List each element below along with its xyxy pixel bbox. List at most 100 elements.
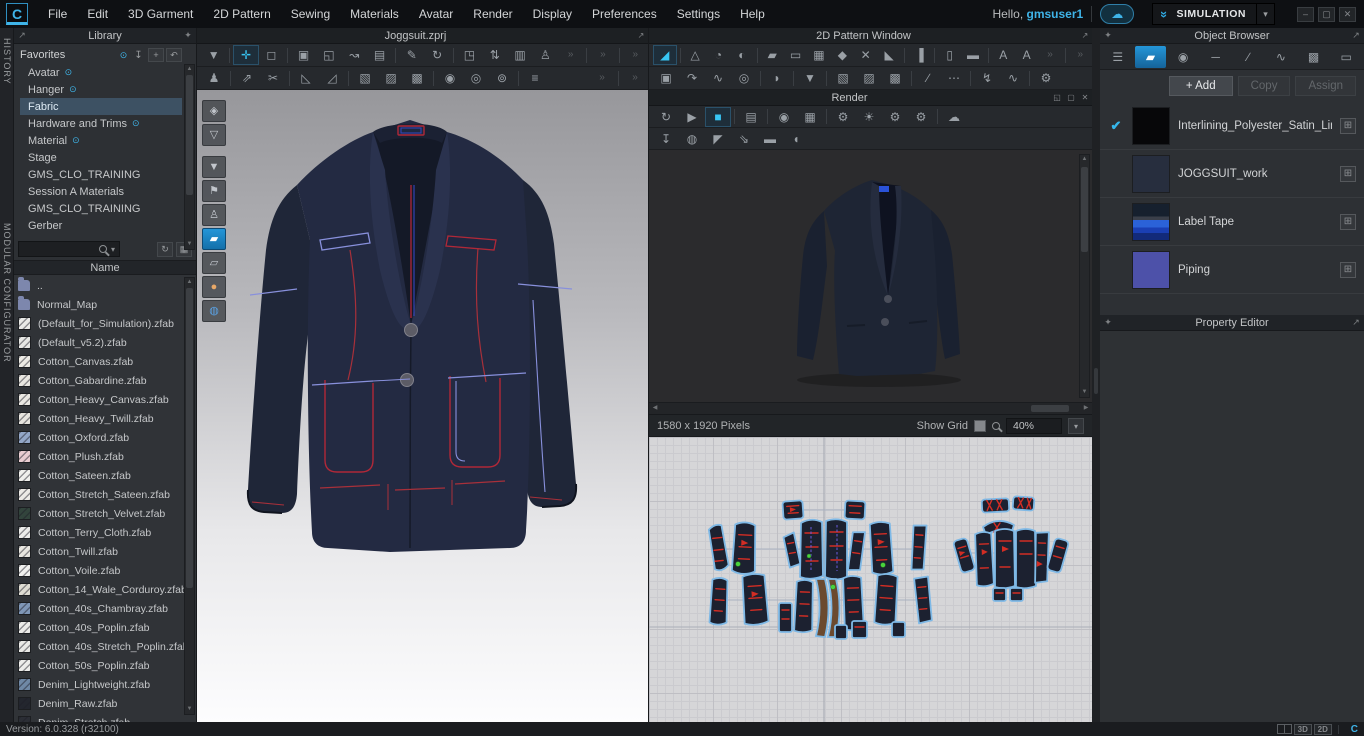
library-folder-session-a-materials[interactable]: Session A Materials bbox=[20, 183, 182, 200]
mesh-surface-toggle[interactable]: ▱ bbox=[202, 252, 226, 274]
tab-history[interactable]: HISTORY bbox=[2, 38, 12, 85]
select-box-tool[interactable]: ◻ bbox=[259, 45, 284, 65]
measure-tape-tool[interactable]: ⋯ bbox=[941, 68, 967, 88]
menu-item-help[interactable]: Help bbox=[730, 0, 775, 28]
show-stage-toggle[interactable]: ◈ bbox=[202, 100, 226, 122]
cloud-render-icon[interactable]: ☁ bbox=[941, 107, 967, 127]
avatar-fit-tool[interactable]: ♙ bbox=[533, 45, 558, 65]
file-item-cotton-sateen-zfab[interactable]: Cotton_Sateen.zfab bbox=[18, 466, 182, 485]
file-list-scrollbar[interactable]: ▲ ▼ bbox=[184, 277, 195, 715]
overflow-icon[interactable]: » bbox=[1069, 45, 1092, 65]
walk-pose-tool[interactable]: ♟ bbox=[201, 68, 227, 88]
file-item-cotton-gabardine-zfab[interactable]: Cotton_Gabardine.zfab bbox=[18, 371, 182, 390]
view-3d-button[interactable]: 3D bbox=[1294, 724, 1312, 735]
name-column-header[interactable]: Name bbox=[14, 260, 196, 275]
tab-measure-icon[interactable]: ▭ bbox=[1330, 46, 1362, 68]
file-item-denim-stretch-zfab[interactable]: Denim_Stretch.zfab bbox=[18, 713, 182, 722]
mn-sew-tool[interactable]: ∿ bbox=[705, 68, 731, 88]
popout-icon[interactable]: ↗ bbox=[14, 30, 30, 41]
image-settings-icon[interactable]: ⚙ bbox=[830, 107, 856, 127]
menu-item-sewing[interactable]: Sewing bbox=[281, 0, 340, 28]
tab-modular-configurator[interactable]: MODULAR CONFIGURATOR bbox=[2, 223, 12, 363]
scroll-up-icon[interactable]: ▲ bbox=[1080, 155, 1089, 164]
library-folder-hardware-and-trims[interactable]: Hardware and Trims⊙ bbox=[20, 115, 182, 132]
library-folder-gms-clo-training[interactable]: GMS_CLO_TRAINING bbox=[20, 166, 182, 183]
tab-fabric-icon[interactable]: ▰ bbox=[1135, 46, 1167, 68]
object-item-joggsuit-work[interactable]: JOGGSUIT_work⊞ bbox=[1100, 150, 1364, 198]
assign-button[interactable]: Assign bbox=[1295, 76, 1356, 96]
pose-toggle[interactable]: ♙ bbox=[202, 204, 226, 226]
rotate-view-tool[interactable]: ↻ bbox=[424, 45, 449, 65]
menu-item-render[interactable]: Render bbox=[463, 0, 522, 28]
arrange-side-tool[interactable]: ▥ bbox=[507, 45, 532, 65]
file-item-default-v5-2-zfab[interactable]: (Default_v5.2).zfab bbox=[18, 333, 182, 352]
file-item-cotton-heavy-twill-zfab[interactable]: Cotton_Heavy_Twill.zfab bbox=[18, 409, 182, 428]
select-move-tool[interactable]: ✛ bbox=[233, 45, 258, 65]
pattern-outline-tool[interactable]: ▨ bbox=[856, 68, 882, 88]
2d-window-titlebar[interactable]: 2D Pattern Window ↗ bbox=[649, 28, 1092, 44]
library-scrollbar[interactable]: ▲ ▼ bbox=[184, 64, 195, 250]
tab-button-icon[interactable]: ◉ bbox=[1167, 46, 1199, 68]
pen-3d-tool[interactable]: ✎ bbox=[399, 45, 424, 65]
pin-icon[interactable]: ✦ bbox=[1100, 317, 1116, 328]
popout-icon[interactable]: ↗ bbox=[1078, 31, 1092, 40]
trace-tool[interactable]: ◣ bbox=[877, 45, 900, 65]
edit-curvature-tool[interactable]: ◔ bbox=[707, 45, 730, 65]
item-settings-icon[interactable]: ⊞ bbox=[1340, 118, 1356, 134]
library-folder-avatar[interactable]: Avatar⊙ bbox=[20, 64, 182, 81]
overflow-icon[interactable]: » bbox=[622, 68, 648, 88]
arrange-pair-tool[interactable]: ⇅ bbox=[482, 45, 507, 65]
cloud-sync-button[interactable]: ☁ bbox=[1100, 4, 1134, 24]
close-button[interactable]: ✕ bbox=[1339, 7, 1356, 22]
pin-mannequin-toggle[interactable]: ⚑ bbox=[202, 180, 226, 202]
sewing-machine-3d-tool[interactable]: ▤ bbox=[367, 45, 392, 65]
polygon-tool[interactable]: ▰ bbox=[761, 45, 784, 65]
scroll-up-icon[interactable]: ▲ bbox=[185, 278, 194, 287]
pin-box-tool[interactable]: ◱ bbox=[316, 45, 341, 65]
library-folder-gms-clo-training[interactable]: GMS_CLO_TRAINING bbox=[20, 200, 182, 217]
3d-viewport[interactable]: ◈▽▼⚑♙▰▱●◍ bbox=[197, 90, 648, 722]
object-item-label-tape[interactable]: Label Tape⊞ bbox=[1100, 198, 1364, 246]
stop-render-icon[interactable]: ■ bbox=[705, 107, 731, 127]
tab-pin-icon[interactable]: ─ bbox=[1200, 46, 1232, 68]
caret-down-icon[interactable]: ▾ bbox=[1068, 418, 1084, 434]
scroll-thumb[interactable] bbox=[186, 288, 193, 588]
edit-pattern-tool[interactable]: △ bbox=[683, 45, 706, 65]
shirring-tool[interactable]: ∿ bbox=[1000, 68, 1026, 88]
button-tool[interactable]: ◉ bbox=[437, 68, 463, 88]
file-item-cotton-50s-poplin-zfab[interactable]: Cotton_50s_Poplin.zfab bbox=[18, 656, 182, 675]
dome-light-icon[interactable]: ◖ bbox=[783, 129, 809, 149]
freeze-tool[interactable]: ▨ bbox=[378, 68, 404, 88]
file-item-cotton-40s-stretch-poplin-zfab[interactable]: Cotton_40s_Stretch_Poplin.zfab bbox=[18, 637, 182, 656]
library-folder-fabric[interactable]: Fabric bbox=[20, 98, 182, 115]
show-garment-2d-toggle[interactable]: ▼ bbox=[797, 68, 823, 88]
scroll-thumb[interactable] bbox=[1031, 405, 1069, 412]
scroll-up-icon[interactable]: ▲ bbox=[185, 65, 194, 74]
garment-3d-jacket[interactable] bbox=[240, 90, 640, 600]
search-input[interactable] bbox=[19, 244, 99, 255]
menu-item-avatar[interactable]: Avatar bbox=[409, 0, 463, 28]
object-item-piping[interactable]: Piping⊞ bbox=[1100, 246, 1364, 294]
file-item-normal-map[interactable]: Normal_Map bbox=[18, 295, 182, 314]
float-window-icon[interactable]: ◱ bbox=[1050, 93, 1064, 102]
button-sew-tool[interactable]: ⊚ bbox=[489, 68, 515, 88]
panel-divider[interactable] bbox=[1092, 28, 1100, 722]
copy-button[interactable]: Copy bbox=[1238, 76, 1291, 96]
scroll-down-icon[interactable]: ▼ bbox=[185, 705, 194, 714]
scroll-left-icon[interactable]: ◀ bbox=[650, 404, 660, 413]
edit-sew-tool[interactable]: ◎ bbox=[731, 68, 757, 88]
video-settings-icon[interactable]: ⚙ bbox=[908, 107, 934, 127]
file-item-cotton-twill-zfab[interactable]: Cotton_Twill.zfab bbox=[18, 542, 182, 561]
caret-down-icon[interactable]: ▾ bbox=[1256, 3, 1274, 25]
seam-allowance-tool[interactable]: ▬ bbox=[961, 45, 984, 65]
dart-tool[interactable]: ◆ bbox=[831, 45, 854, 65]
item-settings-icon[interactable]: ⊞ bbox=[1340, 214, 1356, 230]
sync-camera-icon[interactable]: ◉ bbox=[771, 107, 797, 127]
object-item-interlining-polyester-satin-linin[interactable]: ✔Interlining_Polyester_Satin_Linin⊞ bbox=[1100, 102, 1364, 150]
zipper-tool[interactable]: ≡ bbox=[522, 68, 548, 88]
show-garment-toggle[interactable]: ▼ bbox=[202, 156, 226, 178]
mesh-tool[interactable]: ▩ bbox=[404, 68, 430, 88]
menu-item-3d-garment[interactable]: 3D Garment bbox=[118, 0, 203, 28]
file-item-cotton-voile-zfab[interactable]: Cotton_Voile.zfab bbox=[18, 561, 182, 580]
environment-light-icon[interactable]: ◍ bbox=[679, 129, 705, 149]
